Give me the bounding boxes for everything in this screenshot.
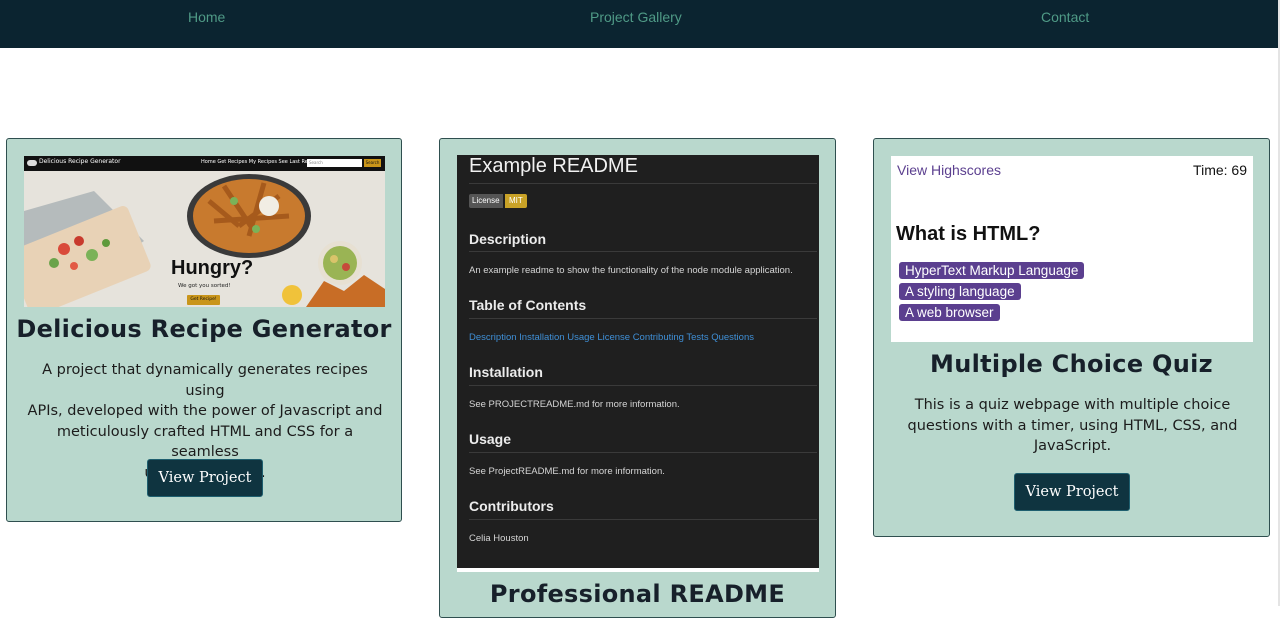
project-card-recipe: Delicious Recipe Generator Home Get Reci… — [6, 138, 402, 522]
recipe-nav-links: Home Get Recipes My Recipes See Last Res… — [201, 159, 320, 165]
desc-line: A project that dynamically generates rec… — [42, 362, 368, 399]
quiz-option: A styling language — [899, 283, 1021, 300]
recipe-get-button: Get Recipe! — [187, 295, 220, 305]
divider — [469, 519, 817, 520]
section-text: See PROJECTREADME.md for more informatio… — [469, 399, 680, 410]
quiz-option: A web browser — [899, 304, 1000, 321]
card-title: Delicious Recipe Generator — [16, 315, 392, 343]
nav-home-link[interactable]: Home — [188, 9, 225, 25]
recipe-search-button: Search — [364, 159, 381, 167]
quiz-timer: Time: 69 — [1193, 162, 1247, 178]
divider — [469, 318, 817, 319]
readme-title: Example README — [469, 155, 638, 177]
card-title: Multiple Choice Quiz — [930, 350, 1213, 378]
recipe-subtext: We got you sorted! — [178, 283, 231, 289]
toc-links[interactable]: Description Installation Usage License C… — [469, 332, 754, 343]
recipe-screenshot: Delicious Recipe Generator Home Get Reci… — [24, 156, 385, 307]
section-text: Celia Houston — [469, 533, 529, 544]
project-card-quiz: View Highscores Time: 69 What is HTML? H… — [873, 138, 1270, 537]
top-nav: Home Project Gallery Contact — [0, 0, 1280, 48]
nav-gallery-link[interactable]: Project Gallery — [590, 9, 682, 25]
recipe-search-input: Search — [307, 159, 362, 167]
recipe-logo-icon — [27, 160, 37, 166]
card-title: Professional README — [489, 580, 786, 608]
readme-screenshot: Example README License MIT Description A… — [457, 155, 819, 572]
quiz-question: What is HTML? — [896, 223, 1041, 245]
license-badge-value: MIT — [505, 194, 527, 208]
card-description: This is a quiz webpage with multiple cho… — [904, 395, 1241, 457]
view-project-button[interactable]: View Project — [1014, 473, 1130, 511]
highscores-link: View Highscores — [897, 162, 1002, 178]
section-heading: Usage — [469, 431, 512, 447]
divider — [469, 385, 817, 386]
recipe-navbar: Delicious Recipe Generator Home Get Reci… — [24, 156, 385, 171]
view-project-button[interactable]: View Project — [147, 459, 263, 497]
quiz-screenshot: View Highscores Time: 69 What is HTML? H… — [891, 156, 1253, 342]
section-heading: Contributors — [469, 498, 554, 514]
food-hero-image: Hungry? We got you sorted! Get Recipe! — [24, 171, 385, 307]
desc-line: This is a quiz webpage with multiple cho… — [914, 397, 1231, 413]
quiz-option: HyperText Markup Language — [899, 262, 1085, 279]
readme-preview: Example README License MIT Description A… — [457, 155, 819, 568]
recipe-headline: Hungry? — [171, 257, 254, 279]
nav-contact-link[interactable]: Contact — [1041, 9, 1089, 25]
desc-line: meticulously crafted HTML and CSS for a … — [56, 423, 354, 461]
section-heading: Installation — [469, 364, 543, 380]
desc-line: JavaScript. — [1033, 438, 1112, 454]
quiz-preview: View Highscores Time: 69 What is HTML? H… — [891, 156, 1253, 342]
recipe-brand: Delicious Recipe Generator — [39, 158, 121, 165]
divider — [469, 251, 817, 252]
section-text: An example readme to show the functional… — [469, 265, 793, 276]
license-badge-label: License — [469, 194, 503, 208]
desc-line: APIs, developed with the power of Javasc… — [27, 403, 383, 419]
section-heading: Description — [469, 231, 547, 247]
divider — [469, 183, 817, 184]
section-text: See ProjectREADME.md for more informatio… — [469, 466, 665, 477]
project-card-readme: Example README License MIT Description A… — [439, 138, 836, 618]
desc-line: questions with a timer, using HTML, CSS,… — [907, 417, 1238, 434]
section-heading: Table of Contents — [469, 297, 587, 313]
divider — [469, 452, 817, 453]
